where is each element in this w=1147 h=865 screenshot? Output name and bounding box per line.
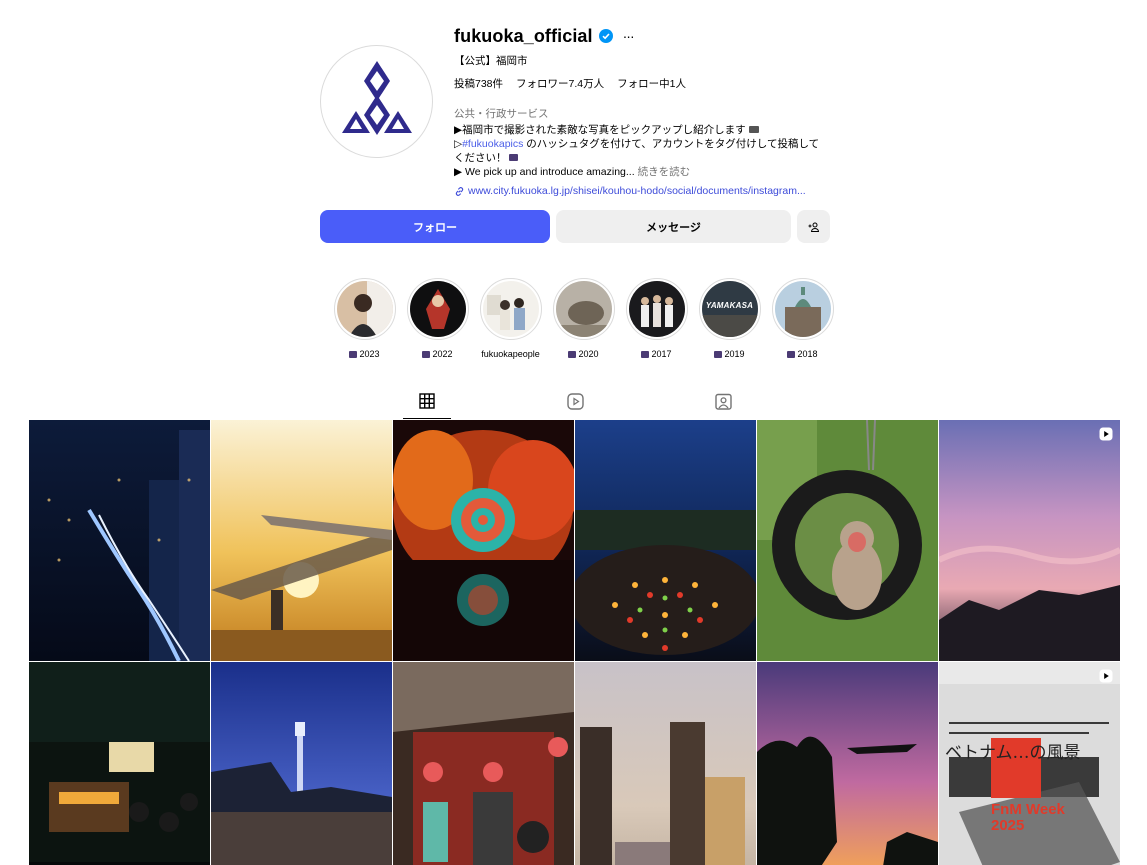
bio-line-1: ▶福岡市で撮影された素敵な写真をピックアップし紹介します [454,124,746,136]
camera-icon [787,350,796,358]
camera-icon [349,350,358,358]
active-tab-indicator [403,418,451,419]
highlight-cover-text: YAMAKASA [705,301,754,310]
tab-reels[interactable] [551,390,599,420]
followers-count[interactable]: フォロワー7.4万人 [516,76,604,91]
suggest-users-button[interactable] [797,210,830,243]
post-tile[interactable] [939,420,1120,661]
highlight-cover-image [774,281,831,337]
profile-tabs [0,390,1147,420]
post-tile[interactable] [575,662,756,865]
post-tile[interactable] [211,420,392,661]
profile-category: 公共・行政サービス [454,108,549,120]
post-image [575,662,756,865]
post-tile[interactable]: ベトナム…の風景 FnM Week 2025 [939,662,1120,865]
highlight-cover-image [336,281,393,337]
read-more-link[interactable]: 続きを読む [638,166,691,178]
bio-hashtag-link[interactable]: #fukuokapics [462,138,523,150]
post-tile[interactable] [29,662,210,865]
highlight-cover-image [409,281,466,337]
post-image [211,420,392,661]
highlight-label: 2019 [724,349,745,359]
highlight-label: 2018 [797,349,818,359]
highlight-label: 2017 [651,349,672,359]
post-image [939,420,1120,661]
post-tile[interactable] [757,662,938,865]
bio-line-2: のハッシュタグを付けて、アカウントをタグ付けして投稿して [523,138,820,150]
post-image [29,662,210,865]
post-image [757,662,938,865]
more-options-icon[interactable]: ··· [623,28,635,44]
profile-info: fukuoka_official ··· 【公式】福岡市 投稿738件 フォロワ… [454,24,834,198]
post-image [29,420,210,661]
camera-icon [509,154,519,161]
highlight-2022[interactable]: 2022 [401,278,474,359]
story-highlights: 2023 2022 fukuokapeople 2020 2017 YAMAKA… [328,278,839,359]
post-image [211,662,392,865]
post-overlay-title: ベトナム…の風景 [945,743,1081,763]
follow-button[interactable]: フォロー [320,210,550,243]
tab-posts[interactable] [403,390,451,420]
post-image [939,662,1120,865]
highlight-label: 2023 [359,349,380,359]
fukuoka-city-emblem-icon [341,60,412,135]
highlight-2017[interactable]: 2017 [620,278,693,359]
profile-actions: フォロー メッセージ [320,210,830,243]
camera-icon [714,350,723,358]
posts-grid: ベトナム…の風景 FnM Week 2025 [29,420,1121,865]
bio-arrow: ▷ [454,138,463,150]
link-icon [455,186,464,196]
reel-icon [1099,427,1113,441]
highlight-cover-image [628,281,685,337]
add-person-icon [808,222,819,232]
post-tile[interactable] [757,420,938,661]
username: fukuoka_official [454,25,593,46]
post-tile[interactable] [29,420,210,661]
following-count[interactable]: フォロー中1人 [617,76,686,91]
highlight-label: 2022 [432,349,453,359]
highlight-cover-image [482,281,539,337]
full-name: 【公式】福岡市 [454,55,528,67]
reel-icon [1099,669,1113,683]
post-overlay-text: FnM Week 2025 [991,801,1065,834]
bio-line-4: ▶ We pick up and introduce amazing... [454,166,635,178]
camera-icon [422,350,431,358]
post-tile[interactable] [575,420,756,661]
highlight-2018[interactable]: 2018 [766,278,839,359]
tagged-icon [714,393,732,410]
highlight-2019[interactable]: YAMAKASA 2019 [693,278,766,359]
highlight-label: fukuokapeople [481,349,540,359]
post-image [393,420,574,661]
message-button[interactable]: メッセージ [556,210,791,243]
highlight-cover-image [555,281,612,337]
profile-link[interactable]: www.city.fukuoka.lg.jp/shisei/kouhou-hod… [454,185,834,197]
verified-badge-icon [598,29,613,43]
profile-avatar[interactable] [320,45,433,158]
profile-link-text: www.city.fukuoka.lg.jp/shisei/kouhou-hod… [468,185,806,197]
bio-line-3: ください！ [454,152,507,164]
camera-icon [641,350,650,358]
highlight-2020[interactable]: 2020 [547,278,620,359]
post-tile[interactable] [393,420,574,661]
camera-icon [748,126,759,133]
tab-tagged[interactable] [699,390,747,420]
profile-stats: 投稿738件 フォロワー7.4万人 フォロー中1人 [454,76,834,91]
post-image [575,420,756,661]
reels-icon [566,393,584,410]
highlight-label: 2020 [578,349,599,359]
camera-icon [568,350,577,358]
post-image [757,420,938,661]
grid-icon [419,393,435,409]
posts-count: 投稿738件 [454,78,504,90]
post-image [393,662,574,865]
post-tile[interactable] [211,662,392,865]
highlight-2023[interactable]: 2023 [328,278,401,359]
highlight-fukuokapeople[interactable]: fukuokapeople [474,278,547,359]
post-tile[interactable] [393,662,574,865]
profile-bio: ▶福岡市で撮影された素敵な写真をピックアップし紹介します ▷#fukuokapi… [454,123,834,179]
